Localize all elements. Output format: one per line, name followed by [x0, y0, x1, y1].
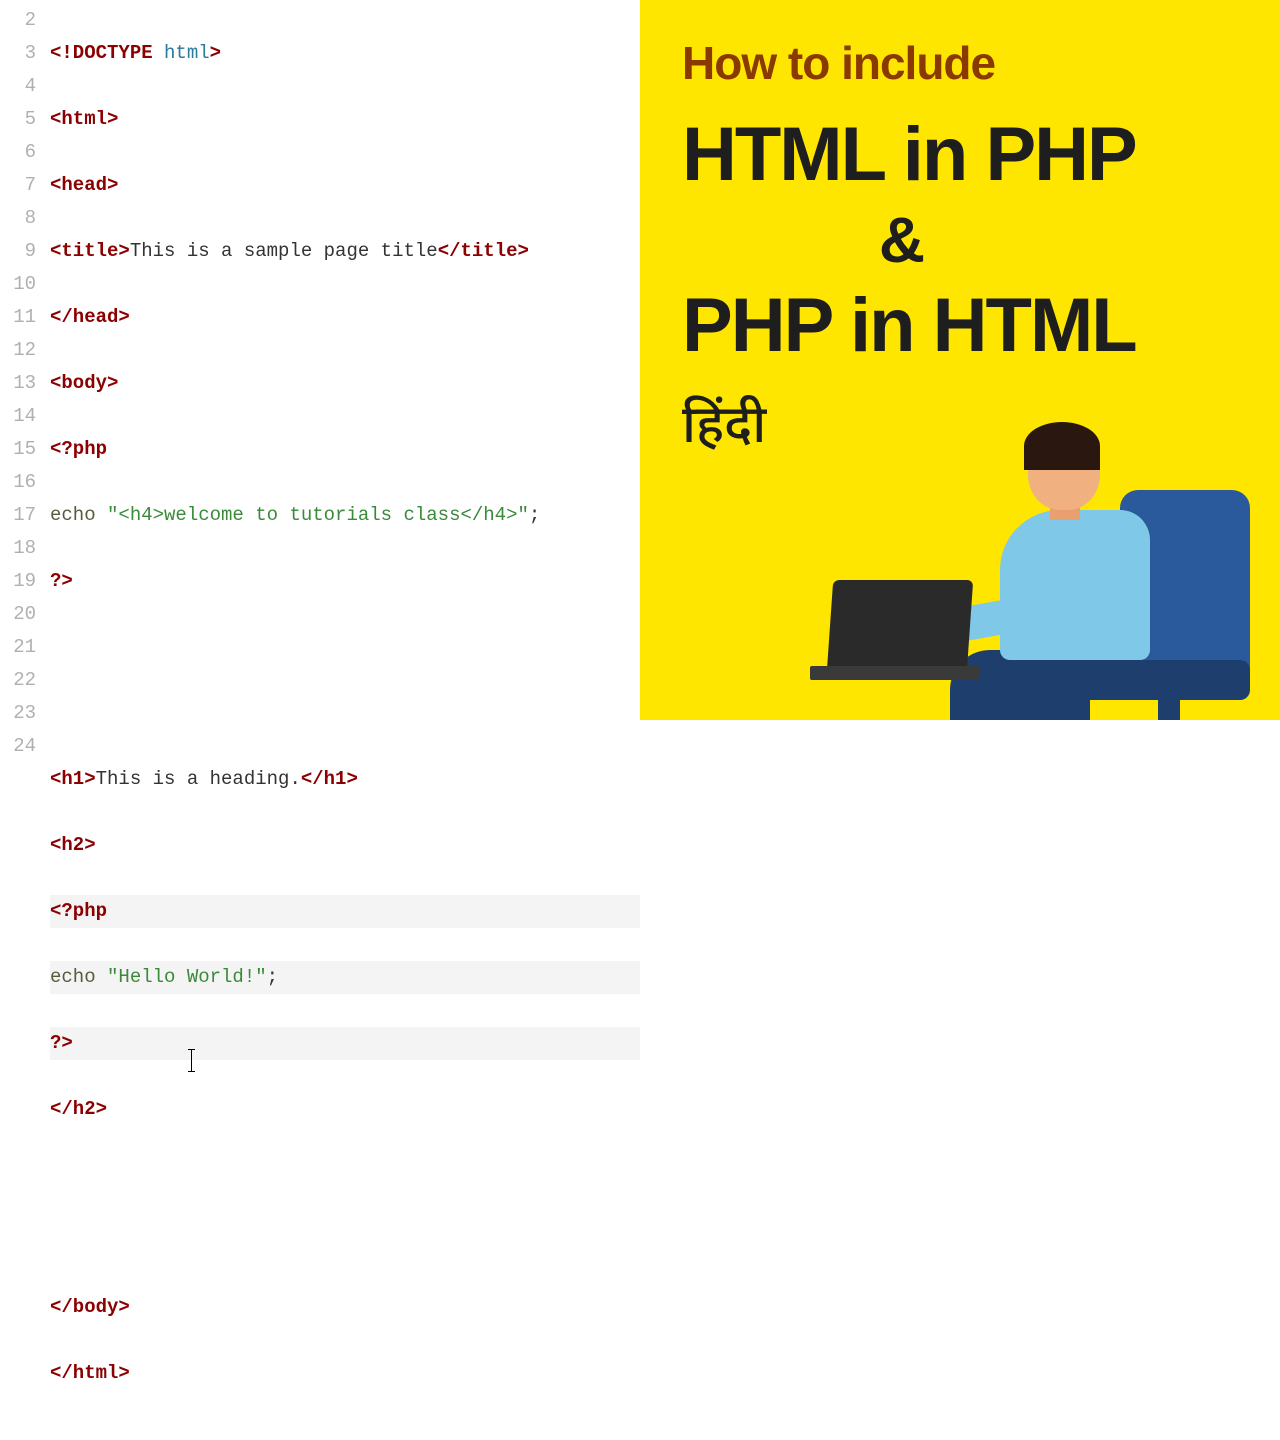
- code-line[interactable]: <?php: [50, 433, 640, 466]
- code-line[interactable]: [50, 631, 640, 664]
- line-number: 17: [0, 499, 36, 532]
- code-line[interactable]: <?php: [50, 895, 640, 928]
- line-number: 15: [0, 433, 36, 466]
- code-line[interactable]: [50, 1423, 640, 1440]
- line-number: 18: [0, 532, 36, 565]
- code-line[interactable]: echo "<h4>welcome to tutorials class</h4…: [50, 499, 640, 532]
- code-editor-pane: 2 3 4 5 6 7 8 9 10 11 12 13 14 15 16 17 …: [0, 0, 640, 720]
- title-open-tag: <title>: [50, 240, 130, 262]
- line-number: 9: [0, 235, 36, 268]
- line-number: 10: [0, 268, 36, 301]
- line-number: 20: [0, 598, 36, 631]
- promo-subtitle: How to include: [682, 36, 1238, 90]
- line-number: 23: [0, 697, 36, 730]
- line-number: 12: [0, 334, 36, 367]
- person-hair-shape: [1024, 422, 1100, 470]
- code-line[interactable]: <head>: [50, 169, 640, 202]
- line-number: 6: [0, 136, 36, 169]
- promo-panel: How to include HTML in PHP & PHP in HTML…: [640, 0, 1280, 720]
- echo-string: "Hello World!": [107, 966, 267, 988]
- person-leg-shape: [950, 650, 1090, 720]
- line-number: 2: [0, 4, 36, 37]
- code-line[interactable]: </body>: [50, 1291, 640, 1324]
- line-number: 5: [0, 103, 36, 136]
- code-line[interactable]: echo "Hello World!";: [50, 961, 640, 994]
- php-open-tag: <?php: [50, 438, 107, 460]
- laptop-screen-shape: [827, 580, 973, 672]
- doctype-close: >: [210, 42, 221, 64]
- semicolon: ;: [529, 504, 540, 526]
- semicolon: ;: [267, 966, 278, 988]
- head-open-tag: <head>: [50, 174, 118, 196]
- php-close-tag: ?>: [50, 1032, 73, 1054]
- head-close-tag: </head>: [50, 306, 130, 328]
- title-text: This is a sample page title: [130, 240, 438, 262]
- body-open-tag: <body>: [50, 372, 118, 394]
- laptop-base-shape: [810, 666, 980, 680]
- line-number: 3: [0, 37, 36, 70]
- line-number: 11: [0, 301, 36, 334]
- chair-leg-shape: [1158, 692, 1180, 720]
- line-number: 21: [0, 631, 36, 664]
- html-open-tag: <html>: [50, 108, 118, 130]
- code-line[interactable]: <body>: [50, 367, 640, 400]
- code-line[interactable]: [50, 1225, 640, 1258]
- code-line[interactable]: <h2>: [50, 829, 640, 862]
- line-number: 13: [0, 367, 36, 400]
- line-number: 16: [0, 466, 36, 499]
- html-close-tag: </html>: [50, 1362, 130, 1384]
- line-number: 7: [0, 169, 36, 202]
- h2-close-tag: </h2>: [50, 1098, 107, 1120]
- code-line[interactable]: </head>: [50, 301, 640, 334]
- h1-close-tag: </h1>: [301, 768, 358, 790]
- echo-string: "<h4>welcome to tutorials class</h4>": [107, 504, 529, 526]
- code-line[interactable]: </h2>: [50, 1093, 640, 1126]
- code-line[interactable]: </html>: [50, 1357, 640, 1390]
- body-close-tag: </body>: [50, 1296, 130, 1318]
- promo-language-hindi: हिंदी: [682, 396, 1238, 464]
- php-open-tag: <?php: [50, 900, 107, 922]
- code-line[interactable]: [50, 697, 640, 730]
- code-line[interactable]: <h1>This is a heading.</h1>: [50, 763, 640, 796]
- code-line[interactable]: ?>: [50, 1027, 640, 1060]
- doctype-attr: html: [164, 42, 210, 64]
- line-number-gutter: 2 3 4 5 6 7 8 9 10 11 12 13 14 15 16 17 …: [0, 4, 50, 720]
- echo-keyword: echo: [50, 504, 107, 526]
- code-line[interactable]: ?>: [50, 565, 640, 598]
- code-line[interactable]: [50, 1159, 640, 1192]
- code-line[interactable]: <!DOCTYPE html>: [50, 37, 640, 70]
- code-line[interactable]: <title>This is a sample page title</titl…: [50, 235, 640, 268]
- h1-open-tag: <h1>: [50, 768, 96, 790]
- doctype-tag: <!DOCTYPE: [50, 42, 164, 64]
- title-close-tag: </title>: [438, 240, 529, 262]
- person-torso-shape: [1000, 510, 1150, 660]
- line-number: 8: [0, 202, 36, 235]
- line-number: 19: [0, 565, 36, 598]
- line-number: 4: [0, 70, 36, 103]
- line-number: 14: [0, 400, 36, 433]
- person-laptop-illustration: [830, 460, 1250, 720]
- echo-keyword: echo: [50, 966, 107, 988]
- php-close-tag: ?>: [50, 570, 73, 592]
- promo-ampersand: &: [682, 203, 1122, 277]
- promo-line-2: PHP in HTML: [682, 283, 1238, 368]
- line-number: 22: [0, 664, 36, 697]
- h2-open-tag: <h2>: [50, 834, 96, 856]
- code-line[interactable]: <html>: [50, 103, 640, 136]
- h1-text: This is a heading.: [96, 768, 301, 790]
- code-area[interactable]: <!DOCTYPE html> <html> <head> <title>Thi…: [50, 4, 640, 720]
- promo-line-1: HTML in PHP: [682, 112, 1238, 197]
- line-number: 24: [0, 730, 36, 763]
